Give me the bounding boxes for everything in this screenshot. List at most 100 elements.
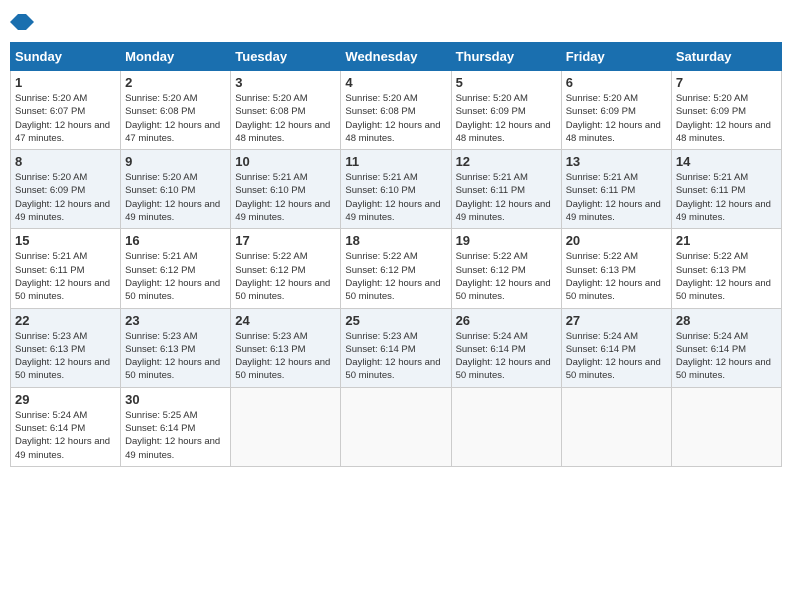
day-detail: Sunrise: 5:21 AMSunset: 6:11 PMDaylight:… [566, 171, 667, 224]
day-detail: Sunrise: 5:20 AMSunset: 6:07 PMDaylight:… [15, 92, 116, 145]
calendar-cell: 19Sunrise: 5:22 AMSunset: 6:12 PMDayligh… [451, 229, 561, 308]
header-monday: Monday [121, 43, 231, 71]
calendar-cell: 20 Sunrise: 5:22 AMSunset: 6:13 PMDayligh… [561, 229, 671, 308]
day-number: 12 [456, 154, 557, 169]
day-detail: Sunrise: 5:21 AMSunset: 6:11 PMDaylight:… [15, 250, 116, 303]
day-number: 15 [15, 233, 116, 248]
day-detail: Sunrise: 5:22 AMSunset: 6:13 PMDaylight:… [676, 250, 777, 303]
header-thursday: Thursday [451, 43, 561, 71]
calendar-cell [341, 387, 451, 466]
calendar-cell: 27 Sunrise: 5:24 AMSunset: 6:14 PMDayligh… [561, 308, 671, 387]
day-detail: Sunrise: 5:20 AMSunset: 6:08 PMDaylight:… [235, 92, 336, 145]
day-detail: Sunrise: 5:20 AMSunset: 6:08 PMDaylight:… [345, 92, 446, 145]
day-detail: Sunrise: 5:23 AMSunset: 6:13 PMDaylight:… [15, 330, 116, 383]
page-header [10, 10, 782, 34]
day-detail: Sunrise: 5:22 AMSunset: 6:13 PMDaylight:… [566, 250, 667, 303]
day-number: 5 [456, 75, 557, 90]
day-number: 2 [125, 75, 226, 90]
day-detail: Sunrise: 5:20 AMSunset: 6:08 PMDaylight:… [125, 92, 226, 145]
calendar-cell: 28 Sunrise: 5:24 AMSunset: 6:14 PMDayligh… [671, 308, 781, 387]
day-detail: Sunrise: 5:23 AMSunset: 6:14 PMDaylight:… [345, 330, 446, 383]
day-detail: Sunrise: 5:20 AMSunset: 6:10 PMDaylight:… [125, 171, 226, 224]
calendar-cell: 8 Sunrise: 5:20 AMSunset: 6:09 PMDaylight… [11, 150, 121, 229]
calendar-cell: 22 Sunrise: 5:23 AMSunset: 6:13 PMDayligh… [11, 308, 121, 387]
calendar-cell: 5 Sunrise: 5:20 AMSunset: 6:09 PMDaylight… [451, 71, 561, 150]
calendar-cell: 29 Sunrise: 5:24 AMSunset: 6:14 PMDayligh… [11, 387, 121, 466]
day-number: 3 [235, 75, 336, 90]
calendar-cell: 25 Sunrise: 5:23 AMSunset: 6:14 PMDayligh… [341, 308, 451, 387]
day-number: 6 [566, 75, 667, 90]
day-number: 22 [15, 313, 116, 328]
day-number: 9 [125, 154, 226, 169]
calendar-cell: 14 Sunrise: 5:21 AMSunset: 6:11 PMDayligh… [671, 150, 781, 229]
day-detail: Sunrise: 5:21 AMSunset: 6:11 PMDaylight:… [456, 171, 557, 224]
calendar-cell: 26 Sunrise: 5:24 AMSunset: 6:14 PMDayligh… [451, 308, 561, 387]
header-wednesday: Wednesday [341, 43, 451, 71]
calendar-cell: 15 Sunrise: 5:21 AMSunset: 6:11 PMDayligh… [11, 229, 121, 308]
calendar-cell: 23Sunrise: 5:23 AMSunset: 6:13 PMDayligh… [121, 308, 231, 387]
calendar-cell [231, 387, 341, 466]
calendar-cell: 3 Sunrise: 5:20 AMSunset: 6:08 PMDaylight… [231, 71, 341, 150]
day-number: 21 [676, 233, 777, 248]
day-detail: Sunrise: 5:22 AMSunset: 6:12 PMDaylight:… [345, 250, 446, 303]
header-sunday: Sunday [11, 43, 121, 71]
day-number: 7 [676, 75, 777, 90]
day-number: 11 [345, 154, 446, 169]
calendar-cell: 13 Sunrise: 5:21 AMSunset: 6:11 PMDayligh… [561, 150, 671, 229]
day-number: 20 [566, 233, 667, 248]
logo [10, 10, 38, 34]
header-saturday: Saturday [671, 43, 781, 71]
day-number: 13 [566, 154, 667, 169]
day-detail: Sunrise: 5:23 AMSunset: 6:13 PMDaylight:… [235, 330, 336, 383]
calendar-cell: 10 Sunrise: 5:21 AMSunset: 6:10 PMDayligh… [231, 150, 341, 229]
calendar-cell: 21 Sunrise: 5:22 AMSunset: 6:13 PMDayligh… [671, 229, 781, 308]
day-number: 24 [235, 313, 336, 328]
day-number: 29 [15, 392, 116, 407]
week-row-0: 1Sunrise: 5:20 AMSunset: 6:07 PMDaylight… [11, 71, 782, 150]
calendar-header-row: SundayMondayTuesdayWednesdayThursdayFrid… [11, 43, 782, 71]
calendar-cell: 1Sunrise: 5:20 AMSunset: 6:07 PMDaylight… [11, 71, 121, 150]
day-number: 18 [345, 233, 446, 248]
calendar-cell: 9 Sunrise: 5:20 AMSunset: 6:10 PMDaylight… [121, 150, 231, 229]
day-number: 23 [125, 313, 226, 328]
day-number: 28 [676, 313, 777, 328]
day-detail: Sunrise: 5:24 AMSunset: 6:14 PMDaylight:… [15, 409, 116, 462]
calendar-cell: 17Sunrise: 5:22 AMSunset: 6:12 PMDayligh… [231, 229, 341, 308]
calendar-cell: 7 Sunrise: 5:20 AMSunset: 6:09 PMDaylight… [671, 71, 781, 150]
day-detail: Sunrise: 5:20 AMSunset: 6:09 PMDaylight:… [15, 171, 116, 224]
calendar-cell: 24 Sunrise: 5:23 AMSunset: 6:13 PMDayligh… [231, 308, 341, 387]
calendar-cell: 2 Sunrise: 5:20 AMSunset: 6:08 PMDaylight… [121, 71, 231, 150]
day-number: 27 [566, 313, 667, 328]
header-tuesday: Tuesday [231, 43, 341, 71]
day-detail: Sunrise: 5:24 AMSunset: 6:14 PMDaylight:… [456, 330, 557, 383]
week-row-1: 8 Sunrise: 5:20 AMSunset: 6:09 PMDaylight… [11, 150, 782, 229]
calendar-cell: 4 Sunrise: 5:20 AMSunset: 6:08 PMDaylight… [341, 71, 451, 150]
day-detail: Sunrise: 5:24 AMSunset: 6:14 PMDaylight:… [566, 330, 667, 383]
day-number: 26 [456, 313, 557, 328]
calendar-cell: 6 Sunrise: 5:20 AMSunset: 6:09 PMDaylight… [561, 71, 671, 150]
day-detail: Sunrise: 5:21 AMSunset: 6:12 PMDaylight:… [125, 250, 226, 303]
calendar-cell [451, 387, 561, 466]
calendar-cell: 16Sunrise: 5:21 AMSunset: 6:12 PMDayligh… [121, 229, 231, 308]
day-detail: Sunrise: 5:20 AMSunset: 6:09 PMDaylight:… [456, 92, 557, 145]
calendar-table: SundayMondayTuesdayWednesdayThursdayFrid… [10, 42, 782, 467]
day-number: 10 [235, 154, 336, 169]
week-row-4: 29 Sunrise: 5:24 AMSunset: 6:14 PMDayligh… [11, 387, 782, 466]
day-number: 8 [15, 154, 116, 169]
calendar-cell: 30Sunrise: 5:25 AMSunset: 6:14 PMDayligh… [121, 387, 231, 466]
day-detail: Sunrise: 5:21 AMSunset: 6:10 PMDaylight:… [345, 171, 446, 224]
day-number: 25 [345, 313, 446, 328]
calendar-cell [561, 387, 671, 466]
day-detail: Sunrise: 5:20 AMSunset: 6:09 PMDaylight:… [566, 92, 667, 145]
calendar-cell: 11 Sunrise: 5:21 AMSunset: 6:10 PMDayligh… [341, 150, 451, 229]
day-detail: Sunrise: 5:22 AMSunset: 6:12 PMDaylight:… [235, 250, 336, 303]
day-number: 14 [676, 154, 777, 169]
day-detail: Sunrise: 5:20 AMSunset: 6:09 PMDaylight:… [676, 92, 777, 145]
day-detail: Sunrise: 5:21 AMSunset: 6:10 PMDaylight:… [235, 171, 336, 224]
day-number: 4 [345, 75, 446, 90]
day-detail: Sunrise: 5:22 AMSunset: 6:12 PMDaylight:… [456, 250, 557, 303]
day-detail: Sunrise: 5:24 AMSunset: 6:14 PMDaylight:… [676, 330, 777, 383]
calendar-cell: 12 Sunrise: 5:21 AMSunset: 6:11 PMDayligh… [451, 150, 561, 229]
day-detail: Sunrise: 5:25 AMSunset: 6:14 PMDaylight:… [125, 409, 226, 462]
day-detail: Sunrise: 5:21 AMSunset: 6:11 PMDaylight:… [676, 171, 777, 224]
